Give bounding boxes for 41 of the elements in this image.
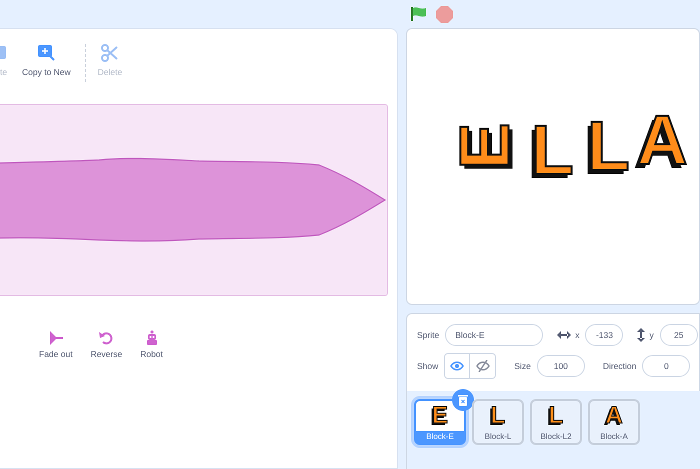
sprite-label: Sprite — [417, 330, 440, 340]
y-label: y — [649, 330, 654, 340]
fade-out-icon — [48, 330, 64, 346]
scissors-icon — [100, 44, 119, 62]
sprite-thumbnail[interactable]: E Block-E — [414, 399, 466, 445]
size-field[interactable]: 100 — [536, 355, 585, 377]
sprite-costume: L — [490, 401, 506, 431]
sprite-costume: A — [605, 401, 623, 431]
size-label: Size — [514, 361, 531, 371]
effect-button[interactable]: Fade out — [39, 330, 73, 359]
sprite-costume: E — [416, 401, 464, 431]
effect-button[interactable]: Robot — [140, 330, 163, 359]
effect-button[interactable]: Reverse — [90, 330, 122, 359]
toolbar-button[interactable]: Copy to New — [22, 44, 71, 77]
paste-icon — [0, 44, 8, 62]
x-field[interactable]: -133 — [585, 324, 624, 346]
flag-icon[interactable] — [410, 6, 428, 22]
sprite-name: Block-L2 — [540, 432, 572, 441]
delete-icon[interactable] — [452, 389, 474, 411]
show-label: Show — [417, 361, 438, 371]
sprite-costume: L — [548, 401, 564, 431]
horizontal-arrows-icon — [557, 331, 572, 339]
sprite-name: Block-A — [600, 432, 628, 441]
eye-icon — [450, 361, 464, 371]
copy-icon — [36, 44, 56, 62]
stop-icon[interactable] — [436, 6, 453, 22]
show-button[interactable] — [444, 353, 470, 379]
sprite-thumbnail[interactable]: A Block-A — [588, 399, 640, 445]
sprite-thumbnail[interactable]: L Block-L — [472, 399, 524, 445]
sprite-name-field[interactable]: Block-E — [445, 324, 544, 346]
y-field[interactable]: 25 — [660, 324, 698, 346]
sprite-name: Block-E — [426, 432, 454, 441]
vertical-arrows-icon — [637, 328, 646, 342]
crossed-eye-icon — [476, 360, 490, 372]
x-label: x — [575, 330, 580, 340]
sprite-thumbnail[interactable]: L Block-L2 — [530, 399, 582, 445]
direction-field[interactable]: 0 — [642, 355, 690, 377]
undo-arrow-icon — [98, 330, 114, 346]
direction-label: Direction — [602, 361, 636, 371]
hide-button[interactable] — [470, 353, 496, 379]
sprite-name: Block-L — [484, 432, 512, 441]
